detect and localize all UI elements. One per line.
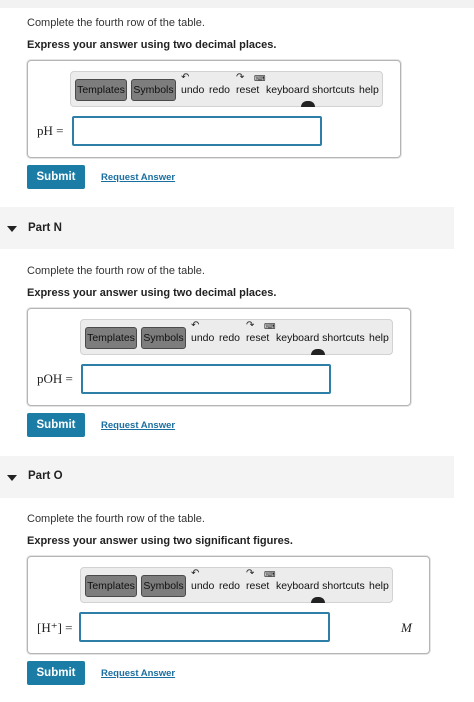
undo-arrow-icon: ↶ (181, 72, 190, 83)
keyboard-icon: ⌨ (254, 74, 266, 83)
redo-arrow-icon: ↷ (236, 72, 245, 83)
request-answer-link[interactable]: Request Answer (101, 668, 175, 679)
part-n-header[interactable]: Part N (0, 207, 454, 249)
answer-box: Templates Symbols ↶ ↷ ⌨ undo redo reset … (27, 556, 430, 654)
math-toolbar: Templates Symbols ↶ ↷ ⌨ undo redo reset … (80, 567, 393, 603)
answer-box: Templates Symbols ↶ ↷ ⌨ undo redo reset … (27, 60, 401, 158)
templates-button[interactable]: Templates (85, 575, 137, 597)
keyboard-shortcuts-button[interactable]: keyboard shortcuts (276, 580, 365, 592)
undo-button[interactable]: undo (191, 332, 214, 344)
keyboard-icon: ⌨ (264, 322, 276, 331)
keyboard-shortcuts-button[interactable]: keyboard shortcuts (276, 332, 365, 344)
precision-note: Express your answer using two decimal pl… (27, 39, 277, 51)
answer-label: pOH = (37, 371, 73, 386)
toolbar-decoration (301, 101, 315, 107)
keyboard-icon: ⌨ (264, 570, 276, 579)
redo-button[interactable]: redo (219, 580, 240, 592)
symbols-button[interactable]: Symbols (141, 327, 186, 349)
top-divider (0, 0, 474, 8)
help-button[interactable]: help (359, 84, 379, 96)
redo-arrow-icon: ↷ (246, 568, 255, 579)
toolbar-decoration (311, 597, 325, 603)
math-toolbar: Templates Symbols ↶ ↷ ⌨ undo redo reset … (70, 71, 383, 107)
undo-button[interactable]: undo (191, 580, 214, 592)
unit-label: M (401, 620, 412, 635)
request-answer-link[interactable]: Request Answer (101, 172, 175, 183)
help-button[interactable]: help (369, 332, 389, 344)
precision-note: Express your answer using two significan… (27, 535, 293, 547)
toolbar-decoration (311, 349, 325, 355)
templates-button[interactable]: Templates (75, 79, 127, 101)
collapse-triangle-icon (7, 475, 17, 481)
submit-button[interactable]: Submit (27, 661, 85, 685)
poh-answer-input[interactable] (81, 364, 331, 394)
redo-button[interactable]: redo (209, 84, 230, 96)
redo-arrow-icon: ↷ (246, 320, 255, 331)
reset-button[interactable]: reset (236, 84, 259, 96)
submit-button[interactable]: Submit (27, 413, 85, 437)
symbols-button[interactable]: Symbols (131, 79, 176, 101)
part-o-header[interactable]: Part O (0, 456, 454, 498)
submit-button[interactable]: Submit (27, 165, 85, 189)
instruction-text: Complete the fourth row of the table. (27, 265, 205, 277)
answer-label: [H⁺] = (37, 620, 73, 635)
h-concentration-input[interactable] (79, 612, 330, 642)
undo-arrow-icon: ↶ (191, 568, 200, 579)
reset-button[interactable]: reset (246, 580, 269, 592)
part-title: Part O (28, 470, 63, 482)
reset-button[interactable]: reset (246, 332, 269, 344)
precision-note: Express your answer using two decimal pl… (27, 287, 277, 299)
part-title: Part N (28, 222, 62, 234)
help-button[interactable]: help (369, 580, 389, 592)
answer-label: pH = (37, 123, 64, 138)
undo-button[interactable]: undo (181, 84, 204, 96)
undo-arrow-icon: ↶ (191, 320, 200, 331)
templates-button[interactable]: Templates (85, 327, 137, 349)
ph-answer-input[interactable] (72, 116, 322, 146)
math-toolbar: Templates Symbols ↶ ↷ ⌨ undo redo reset … (80, 319, 393, 355)
answer-box: Templates Symbols ↶ ↷ ⌨ undo redo reset … (27, 308, 411, 406)
instruction-text: Complete the fourth row of the table. (27, 17, 205, 29)
request-answer-link[interactable]: Request Answer (101, 420, 175, 431)
symbols-button[interactable]: Symbols (141, 575, 186, 597)
keyboard-shortcuts-button[interactable]: keyboard shortcuts (266, 84, 355, 96)
collapse-triangle-icon (7, 226, 17, 232)
redo-button[interactable]: redo (219, 332, 240, 344)
instruction-text: Complete the fourth row of the table. (27, 513, 205, 525)
